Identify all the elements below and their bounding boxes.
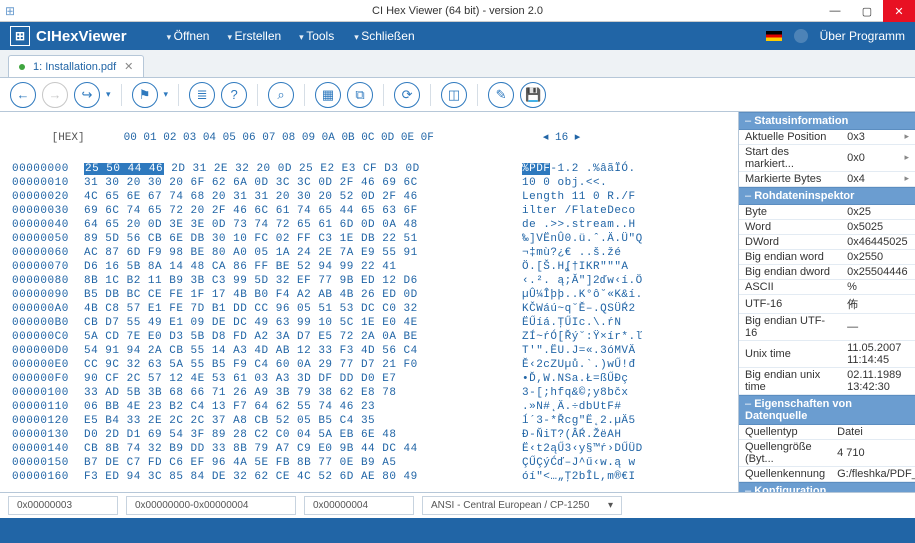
titlebar: ⊞ CI Hex Viewer (64 bit) - version 2.0 —… — [0, 0, 915, 22]
tab-close-icon[interactable]: ✕ — [124, 60, 133, 73]
help-button[interactable]: ? — [221, 82, 247, 108]
app-icon: ⊞ — [0, 4, 20, 18]
side-row: Word0x5025 — [739, 220, 915, 235]
hex-col-header: 00 01 02 03 04 05 06 07 08 09 0A 0B 0C 0… — [124, 131, 532, 146]
section-raw[interactable]: Rohdateninspektor — [739, 187, 915, 205]
hex-row[interactable]: 00000070D6 16 5B 8A 14 48 CA 86 FF BE 52… — [12, 260, 730, 274]
status-length: 0x00000004 — [304, 496, 414, 515]
hex-row[interactable]: 000000F090 CF 2C 57 12 4E 53 61 03 A3 3D… — [12, 372, 730, 386]
logo-icon: ⊞ — [10, 26, 30, 46]
save-button[interactable]: 💾 — [520, 82, 546, 108]
hex-row[interactable]: 00000160F3 ED 94 3C 85 84 DE 32 62 CE 4C… — [12, 470, 730, 484]
hex-row[interactable]: 00000120E5 B4 33 2E 2C 2C 37 A8 CB 52 05… — [12, 414, 730, 428]
side-row: Big endian unix time02.11.1989 13:42:30 — [739, 368, 915, 395]
menu-about[interactable]: Über Programm — [820, 29, 905, 43]
close-button[interactable]: ✕ — [883, 0, 915, 22]
tab-label: 1: Installation.pdf — [33, 61, 116, 73]
toolbar: ← → ↪ ▾ ⚑ ▾ ≣ ? ⌕ ▦ ⧉ ⟳ ◫ ✎ 💾 — [0, 78, 915, 112]
maximize-button[interactable]: ▢ — [851, 0, 883, 22]
nav-back-button[interactable]: ← — [10, 82, 36, 108]
status-encoding[interactable]: ANSI - Central European / CP-1250▾ — [422, 496, 622, 515]
hex-view[interactable]: [HEX]00 01 02 03 04 05 06 07 08 09 0A 0B… — [0, 112, 738, 492]
refresh-button[interactable]: ⟳ — [394, 82, 420, 108]
side-row: Byte0x25 — [739, 205, 915, 220]
menu-close[interactable]: Schließen — [354, 29, 414, 43]
hex-row[interactable]: 000000204C 65 6E 67 74 68 20 31 31 20 30… — [12, 190, 730, 204]
raw-table: Byte0x25Word0x5025DWord0x46445025Big end… — [739, 205, 915, 395]
menubar: ⊞ CIHexViewer Öffnen Erstellen Tools Sch… — [0, 22, 915, 50]
nav-forward-button: → — [42, 82, 68, 108]
hex-row[interactable]: 0000011006 BB 4E 23 B2 C4 13 F7 64 62 55… — [12, 400, 730, 414]
hex-row[interactable]: 0000010033 AD 5B 3B 68 66 71 26 A9 3B 79… — [12, 386, 730, 400]
list-button[interactable]: ≣ — [189, 82, 215, 108]
menu-open[interactable]: Öffnen — [167, 29, 210, 43]
statusbar: 0x00000003 0x00000000-0x00000004 0x00000… — [0, 492, 915, 518]
search-button[interactable]: ⌕ — [268, 82, 294, 108]
flag-icon[interactable] — [766, 31, 782, 41]
status-range: 0x00000000-0x00000004 — [126, 496, 296, 515]
hex-row[interactable]: 00000130D0 2D D1 69 54 3F 89 28 C2 C0 04… — [12, 428, 730, 442]
side-row: Unix time11.05.2007 11:14:45 — [739, 341, 915, 368]
tabbar: 1: Installation.pdf ✕ — [0, 50, 915, 78]
section-datasource[interactable]: Eigenschaften von Datenquelle — [739, 395, 915, 425]
side-row: Big endian word0x2550 — [739, 250, 915, 265]
app-logo: ⊞ CIHexViewer — [10, 26, 127, 46]
side-row: Big endian dword0x25504446 — [739, 265, 915, 280]
hex-row[interactable]: 000000C05A CD 7E E0 D3 5B D8 FD A2 3A D7… — [12, 330, 730, 344]
hex-row[interactable]: 000000D054 91 94 2A CB 55 14 A3 4D AB 12… — [12, 344, 730, 358]
tab-status-dot — [19, 64, 25, 70]
side-row: Markierte Bytes0x4▸ — [739, 172, 915, 187]
datasource-table: QuellentypDateiQuellengröße (Byt...4 710… — [739, 425, 915, 482]
copy-button[interactable]: ⧉ — [347, 82, 373, 108]
section-config[interactable]: Konfiguration — [739, 482, 915, 492]
app-name: CIHexViewer — [36, 28, 127, 45]
hex-row[interactable]: 0000004064 65 20 0D 3E 3E 0D 73 74 72 65… — [12, 218, 730, 232]
hex-row[interactable]: 00000140CB 8B 74 32 B9 DD 33 8B 79 A7 C9… — [12, 442, 730, 456]
columns-button[interactable]: ◫ — [441, 82, 467, 108]
hex-row[interactable]: 0000000025 50 44 46 2D 31 2E 32 20 0D 25… — [12, 162, 730, 176]
hex-label: [HEX] — [52, 131, 124, 146]
side-row: ASCII% — [739, 280, 915, 295]
hex-row[interactable]: 0000003069 6C 74 65 72 20 2F 46 6C 61 74… — [12, 204, 730, 218]
side-row: QuellenkennungG:/fleshka/PDF_Docu — [739, 467, 915, 482]
side-panel: Statusinformation Aktuelle Position0x3▸S… — [738, 112, 915, 492]
side-row: Aktuelle Position0x3▸ — [739, 130, 915, 145]
hex-row[interactable]: 00000150B7 DE C7 FD C6 EF 96 4A 5E FB 8B… — [12, 456, 730, 470]
side-row: Big endian UTF-16— — [739, 314, 915, 341]
hex-row[interactable]: 00000060AC 87 6D F9 98 BE 80 A0 05 1A 24… — [12, 246, 730, 260]
hex-row[interactable]: 0000001031 30 20 30 20 6F 62 6A 0D 3C 3C… — [12, 176, 730, 190]
section-status[interactable]: Statusinformation — [739, 112, 915, 130]
grid-button[interactable]: ▦ — [315, 82, 341, 108]
minimize-button[interactable]: — — [819, 0, 851, 22]
hex-row[interactable]: 00000090B5 DB BC CE FE 1F 17 4B B0 F4 A2… — [12, 288, 730, 302]
hex-row[interactable]: 000000A04B C8 57 E1 FE 7D B1 DD CC 96 05… — [12, 302, 730, 316]
side-row: DWord0x46445025 — [739, 235, 915, 250]
bookmark-button[interactable]: ⚑ — [132, 82, 158, 108]
hex-row[interactable]: 0000005089 5D 56 CB 6E DB 30 10 FC 02 FF… — [12, 232, 730, 246]
hex-row[interactable]: 000000808B 1C B2 11 B9 3B C3 99 5D 32 EF… — [12, 274, 730, 288]
redo-button[interactable]: ↪ — [74, 82, 100, 108]
window-title: CI Hex Viewer (64 bit) - version 2.0 — [372, 5, 543, 17]
menu-tools[interactable]: Tools — [299, 29, 334, 43]
hex-row[interactable]: 000000B0CB D7 55 49 E1 09 DE DC 49 63 99… — [12, 316, 730, 330]
edit-button[interactable]: ✎ — [488, 82, 514, 108]
side-row: Start des markiert...0x0▸ — [739, 145, 915, 172]
menu-create[interactable]: Erstellen — [227, 29, 281, 43]
hex-page-nav[interactable]: ◂ 16 ▸ — [532, 131, 592, 146]
bottom-bar — [0, 518, 915, 543]
side-row: UTF-16佈 — [739, 295, 915, 314]
side-row: QuellentypDatei — [739, 425, 915, 440]
status-position: 0x00000003 — [8, 496, 118, 515]
document-tab[interactable]: 1: Installation.pdf ✕ — [8, 55, 144, 77]
side-row: Quellengröße (Byt...4 710 — [739, 440, 915, 467]
hex-row[interactable]: 000000E0CC 9C 32 63 5A 55 B5 F9 C4 60 0A… — [12, 358, 730, 372]
user-icon[interactable] — [794, 29, 808, 43]
status-table: Aktuelle Position0x3▸Start des markiert.… — [739, 130, 915, 187]
